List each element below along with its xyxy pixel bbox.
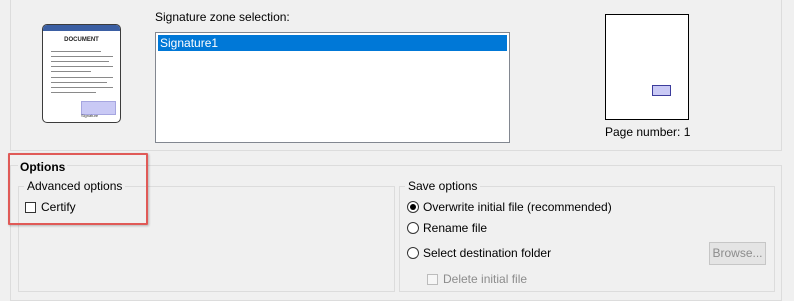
document-signature-label: Signature	[81, 113, 99, 118]
overwrite-option[interactable]: Overwrite initial file (recommended)	[407, 199, 612, 215]
destination-folder-label[interactable]: Select destination folder	[423, 246, 551, 260]
rename-radio[interactable]	[407, 222, 419, 234]
signature-zone-label: Signature zone selection:	[155, 10, 290, 24]
document-text-line	[51, 87, 113, 88]
document-thumbnail: DOCUMENT Signature	[42, 24, 121, 123]
delete-initial-file-checkbox[interactable]	[427, 273, 438, 285]
document-thumbnail-title: DOCUMENT	[64, 37, 99, 43]
delete-initial-file-option[interactable]: Delete initial file	[427, 272, 527, 286]
page-number-label: Page number: 1	[605, 125, 691, 139]
document-text-line	[51, 51, 101, 52]
document-text-line	[51, 71, 91, 72]
delete-initial-file-label[interactable]: Delete initial file	[443, 272, 527, 286]
document-text-line	[51, 82, 107, 83]
page-preview	[605, 14, 689, 120]
document-text-line	[51, 66, 113, 67]
highlight-callout	[8, 153, 148, 225]
document-text-line	[51, 92, 96, 93]
document-text-line	[51, 77, 113, 78]
browse-button[interactable]: Browse...	[709, 242, 766, 265]
save-options-title: Save options	[405, 179, 481, 193]
rename-label[interactable]: Rename file	[423, 221, 487, 235]
destination-folder-option[interactable]: Select destination folder	[407, 245, 551, 261]
signature-zone-list[interactable]: Signature1	[155, 32, 510, 143]
destination-folder-radio[interactable]	[407, 247, 419, 259]
overwrite-label[interactable]: Overwrite initial file (recommended)	[423, 200, 612, 214]
overwrite-radio[interactable]	[407, 201, 419, 213]
document-text-line	[51, 56, 113, 57]
signature-zone-item-selected[interactable]: Signature1	[158, 35, 507, 51]
page-signature-zone-marker	[652, 85, 671, 96]
document-header-band	[43, 25, 120, 31]
document-text-line	[51, 61, 109, 62]
rename-option[interactable]: Rename file	[407, 220, 487, 236]
